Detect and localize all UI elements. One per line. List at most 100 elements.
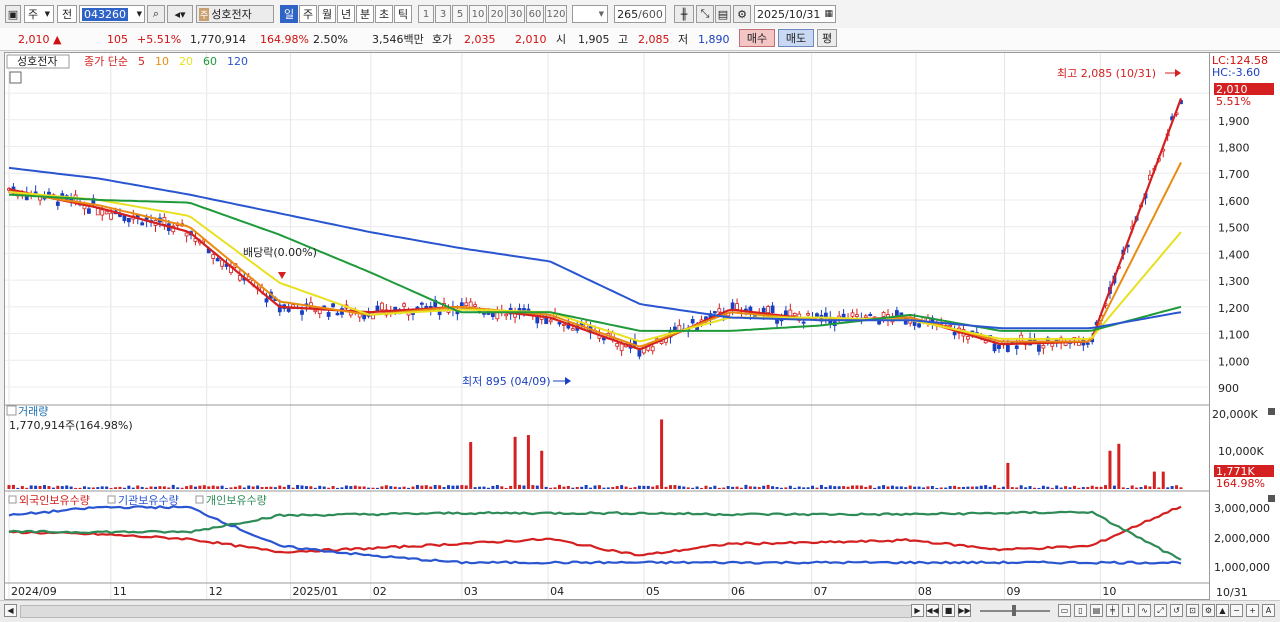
interval-button-4[interactable]: 분 xyxy=(356,5,374,23)
candle-body xyxy=(126,217,131,223)
x-axis-label-12: 10 xyxy=(1102,585,1116,598)
volume-bar xyxy=(819,484,823,489)
save-button[interactable]: ▤ xyxy=(715,5,731,23)
volume-bar xyxy=(1126,487,1130,489)
lock-button[interactable]: ⊡ xyxy=(1186,604,1199,617)
settings-button[interactable]: ⚙ xyxy=(733,5,751,23)
volume-bar xyxy=(922,487,926,489)
step-button-20[interactable]: 20 xyxy=(488,5,506,23)
volume-last-pct: 164.98% xyxy=(1216,477,1265,490)
step-dropdown[interactable]: ▼ xyxy=(572,5,608,23)
zoom-in-button[interactable]: + xyxy=(1246,604,1259,617)
volume-bar xyxy=(1099,486,1103,489)
volume-bar xyxy=(597,485,601,489)
volume-bar xyxy=(264,486,268,489)
sell-button[interactable]: 매도 xyxy=(778,29,814,47)
interval-button-6[interactable]: 틱 xyxy=(394,5,412,23)
step-button-60[interactable]: 60 xyxy=(526,5,544,23)
average-button[interactable]: 평 xyxy=(817,29,837,47)
date-input[interactable]: 2025/10/31 ▦ xyxy=(754,5,836,23)
panel-close-icon[interactable] xyxy=(1268,408,1275,415)
interval-button-5[interactable]: 초 xyxy=(375,5,393,23)
panel-close-icon[interactable] xyxy=(1268,495,1275,502)
volume-bar xyxy=(96,487,100,489)
scroll-right-button[interactable]: ▶ xyxy=(911,604,924,617)
rewind-button[interactable]: ◀◀ xyxy=(926,604,939,617)
candle-body xyxy=(562,323,566,326)
step-button-10[interactable]: 10 xyxy=(469,5,487,23)
zoom-slider-handle[interactable] xyxy=(1012,605,1016,616)
volume-bar xyxy=(762,485,766,489)
volume-bar xyxy=(850,485,854,489)
interval-button-3[interactable]: 년 xyxy=(337,5,355,23)
candle-body xyxy=(237,275,242,281)
x-axis-label-2: 12 xyxy=(209,585,223,598)
candle-body xyxy=(47,191,51,196)
price-change-pct: +5.51% xyxy=(137,32,182,46)
candle-body xyxy=(997,344,1001,349)
last-pct-label: 5.51% xyxy=(1216,95,1251,108)
scroll-up-button[interactable]: ▲ xyxy=(1216,604,1229,617)
gear-small-button[interactable]: ⚙ xyxy=(1202,604,1215,617)
x-axis-label-11: 09 xyxy=(1007,585,1021,598)
volume-bar xyxy=(149,486,153,489)
interval-button-2[interactable]: 월 xyxy=(318,5,336,23)
table-icon[interactable] xyxy=(9,71,22,84)
play-button[interactable]: ▶▶ xyxy=(958,604,971,617)
zoom-out-button[interactable]: − xyxy=(1230,604,1243,617)
volume-title: 거래량 xyxy=(18,405,48,418)
tool-b-button[interactable]: ▯ xyxy=(1074,604,1087,617)
period-select[interactable]: 전 xyxy=(57,5,77,23)
step-button-1[interactable]: 1 xyxy=(418,5,434,23)
tool-f-button[interactable]: ∿ xyxy=(1138,604,1151,617)
tool-c-button[interactable]: ▤ xyxy=(1090,604,1103,617)
volume-bar xyxy=(735,486,739,489)
holdings-legend-box xyxy=(107,495,116,504)
volume-bar xyxy=(447,485,450,489)
volume-bar xyxy=(806,487,810,489)
step-button-5[interactable]: 5 xyxy=(452,5,468,23)
scroll-track[interactable] xyxy=(20,605,912,618)
stock-code-input[interactable]: 043260 ▼ xyxy=(79,5,145,23)
interval-button-0[interactable]: 일 xyxy=(280,5,298,23)
market-select[interactable]: 주 ▼ xyxy=(24,5,54,23)
search-button[interactable]: ⌕ xyxy=(147,5,165,23)
holdings-tick-label: 1,000,000 xyxy=(1214,561,1270,574)
scroll-bar[interactable]: ◀ ▶ ◀◀ ■ ▶▶ ▭ ▯ ▤ ╪ ⌇ ∿ ⤢ ↺ ⊡ ⚙ ▲ − + A xyxy=(0,600,1280,622)
step-button-3[interactable]: 3 xyxy=(435,5,451,23)
step-button-30[interactable]: 30 xyxy=(507,5,525,23)
tool-d-button[interactable]: ╪ xyxy=(1106,604,1119,617)
volume-bar xyxy=(420,485,424,489)
volume-bar xyxy=(842,486,846,489)
tool-g-button[interactable]: ⤢ xyxy=(1154,604,1167,617)
draw-tool-button[interactable]: ⤡ xyxy=(696,5,714,23)
tool-a-button[interactable]: ▭ xyxy=(1058,604,1071,617)
candle-body xyxy=(868,314,873,317)
volume-bar xyxy=(140,486,144,489)
volume-bar xyxy=(815,487,819,489)
tool-h-button[interactable]: ↺ xyxy=(1170,604,1183,617)
interval-button-1[interactable]: 주 xyxy=(299,5,317,23)
count-input[interactable]: 265/600 xyxy=(614,5,666,23)
volume-bar xyxy=(1108,450,1112,489)
tool-e-button[interactable]: ⌇ xyxy=(1122,604,1135,617)
volume-bar xyxy=(300,485,304,489)
stop-button[interactable]: ■ xyxy=(942,604,955,617)
window-menu-icon[interactable]: ▣ xyxy=(5,5,21,23)
price-chart-svg[interactable]: 성호전자 종가 단순 5 10 20 60 120 최고 2,085 (10/31) 최저 89… xyxy=(5,53,1209,599)
scroll-left-button[interactable]: ◀ xyxy=(4,604,17,617)
reset-button[interactable]: A xyxy=(1262,604,1275,617)
volume-bar xyxy=(34,485,38,489)
volume-bar xyxy=(1152,471,1156,489)
sound-button[interactable]: ◂▾ xyxy=(167,5,193,23)
chart-type-button[interactable]: ╫ xyxy=(674,5,694,23)
buy-button[interactable]: 매수 xyxy=(739,29,775,47)
quote-bar: 2,010 ▲ 105 +5.51% 1,770,914 164.98% 2.5… xyxy=(0,28,1280,51)
step-button-120[interactable]: 120 xyxy=(545,5,567,23)
chart-area[interactable]: 성호전자 종가 단순 5 10 20 60 120 최고 2,085 (10/31) 최저 89… xyxy=(4,52,1210,600)
holdings-legend-box xyxy=(195,495,204,504)
stock-name-field[interactable]: 주 성호전자 xyxy=(196,5,274,23)
volume-bar xyxy=(442,487,446,489)
candle-body xyxy=(375,305,380,312)
volume-bar xyxy=(185,486,189,489)
